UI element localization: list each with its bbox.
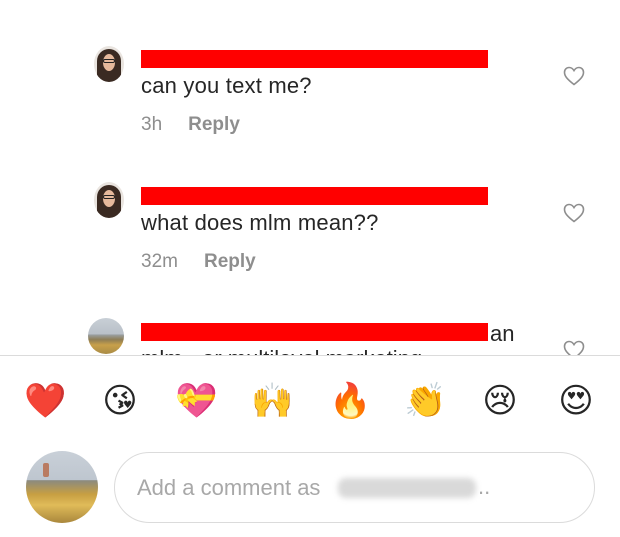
comment-input[interactable] [114,452,595,523]
red-heart-emoji[interactable]: ❤️ [24,381,66,421]
reply-button[interactable]: Reply [188,114,240,135]
reply-button[interactable]: Reply [204,251,256,272]
heart-with-ribbon-emoji[interactable]: 💝 [175,381,217,421]
comment-composer-panel: ❤️ 😘 💝 🙌 🔥 👏 😢 😍 .. [0,355,620,537]
comment-meta: 32m Reply [141,251,256,273]
avatar[interactable] [94,46,124,82]
fire-emoji[interactable]: 🔥 [329,381,371,421]
heart-eyes-emoji[interactable]: 😍 [556,381,596,421]
like-heart-icon[interactable] [562,201,586,225]
redacted-username [141,50,488,68]
current-user-avatar [26,451,98,523]
raising-hands-emoji[interactable]: 🙌 [251,381,293,421]
comment-meta: 3h Reply [141,114,240,136]
comment-text-fragment: an [490,321,515,346]
like-heart-icon[interactable] [562,64,586,88]
comment-timestamp: 32m [141,251,178,272]
comments-screen: can you text me? 3h Reply what does mlm m… [0,0,620,537]
comment-text: what does mlm mean?? [141,210,379,235]
comment-text: can you text me? [141,73,312,98]
comment-timestamp: 3h [141,114,163,135]
avatar[interactable] [88,318,124,354]
kissing-face-emoji[interactable]: 😘 [100,381,140,421]
redacted-username [141,187,488,205]
crying-face-emoji[interactable]: 😢 [480,381,520,421]
clapping-hands-emoji[interactable]: 👏 [404,381,446,421]
emoji-reaction-bar: ❤️ 😘 💝 🙌 🔥 👏 😢 😍 [0,381,620,425]
avatar[interactable] [94,182,124,218]
redacted-username [141,323,488,341]
